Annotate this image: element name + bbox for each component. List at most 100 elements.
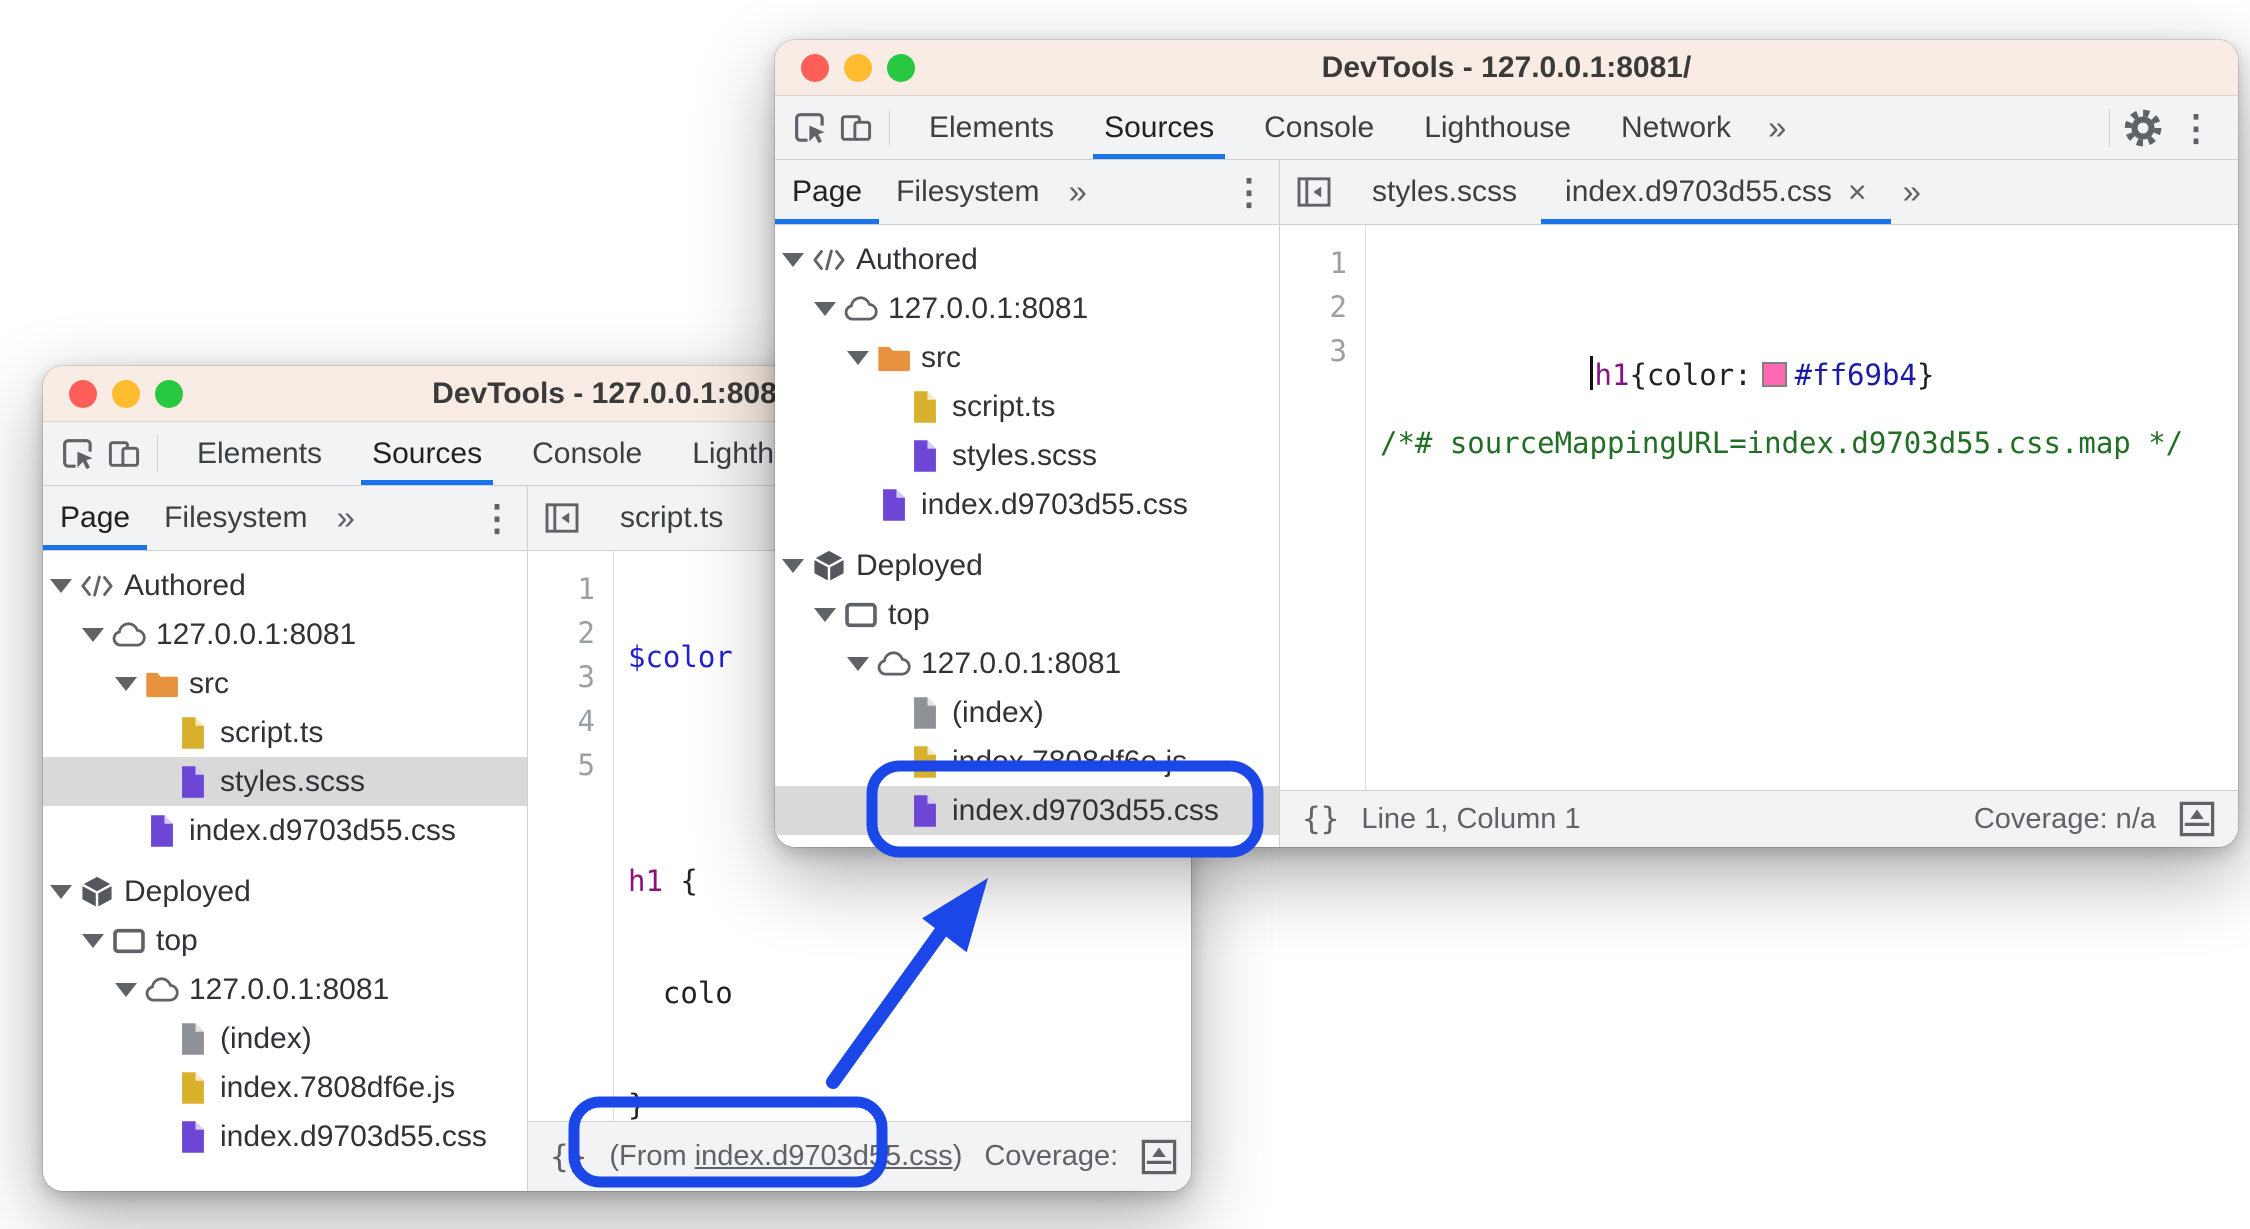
editor-tab-script-ts[interactable]: script.ts (596, 486, 747, 550)
tree-item[interactable]: index.d9703d55.css (43, 1112, 527, 1161)
tab-console[interactable]: Console (507, 422, 667, 485)
source-mapped-from: (From index.d9703d55.css) (609, 1140, 963, 1172)
file-navigator[interactable]: Authored 127.0.0.1:8081 src script.ts st… (43, 551, 528, 1191)
chevron-down-icon (812, 608, 838, 622)
file-icon (908, 439, 942, 473)
tree-item[interactable]: 127.0.0.1:8081 (775, 639, 1279, 688)
tree-item[interactable]: 127.0.0.1:8081 (43, 610, 527, 659)
frame-icon (112, 924, 146, 958)
editor-tab-index-css[interactable]: index.d9703d55.css × (1541, 160, 1891, 224)
tree-item[interactable]: Authored (775, 235, 1279, 284)
editor-tabs: styles.scss index.d9703d55.css × » (1280, 160, 2238, 224)
device-toolbar-icon[interactable] (101, 431, 147, 477)
more-editor-tabs-icon[interactable]: » (1891, 173, 1933, 211)
code-area[interactable]: h1{color: #ff69b4} /*# sourceMappingURL=i… (1366, 225, 2238, 790)
tree-item[interactable]: Authored (43, 561, 527, 610)
tab-elements[interactable]: Elements (172, 422, 347, 485)
coverage-icon[interactable] (2178, 800, 2216, 838)
more-tabs-icon[interactable]: » (1756, 109, 1798, 147)
folder-icon (145, 667, 179, 701)
navigator-menu-icon[interactable]: ⋮ (467, 497, 527, 539)
pretty-print-icon[interactable]: {} (550, 1139, 587, 1175)
tree-item[interactable]: index.7808df6e.js (775, 737, 1279, 786)
tab-filesystem[interactable]: Filesystem (147, 486, 324, 550)
source-map-link[interactable]: index.d9703d55.css (695, 1140, 953, 1172)
coverage-label: Coverage: (984, 1140, 1119, 1172)
code-line: colo (628, 976, 733, 1010)
sources-header-row: Page Filesystem » ⋮ styles.scss index.d9… (775, 160, 2238, 225)
editor-tab-styles-scss[interactable]: styles.scss (1348, 160, 1541, 224)
tab-console[interactable]: Console (1239, 96, 1399, 159)
tree-item[interactable]: index.d9703d55.css (775, 480, 1279, 529)
code-editor[interactable]: 1 2 3 h1{color: #ff69b4} /*# sourceMappin… (1280, 225, 2238, 790)
tree-item[interactable]: 127.0.0.1:8081 (43, 965, 527, 1014)
color-swatch[interactable] (1761, 362, 1787, 387)
editor-statusbar: {} (From index.d9703d55.css) Coverage: (528, 1121, 1191, 1191)
zoom-window-button[interactable] (887, 53, 915, 82)
tab-lighthouse[interactable]: Lighthouse (1399, 96, 1596, 159)
tab-network[interactable]: Network (1596, 96, 1756, 159)
devtools-window-front: DevTools - 127.0.0.1:8081/ Elements Sour… (775, 40, 2238, 847)
titlebar[interactable]: DevTools - 127.0.0.1:8081/ (775, 40, 2238, 96)
chevron-down-icon (48, 579, 74, 593)
close-window-button[interactable] (69, 379, 97, 408)
tree-item[interactable]: 127.0.0.1:8081 (775, 284, 1279, 333)
tab-elements[interactable]: Elements (904, 96, 1079, 159)
tree-item[interactable]: script.ts (43, 708, 527, 757)
tab-page[interactable]: Page (43, 486, 148, 550)
navigator-menu-icon[interactable]: ⋮ (1219, 171, 1279, 213)
file-navigator[interactable]: Authored 127.0.0.1:8081 src script.ts st… (775, 225, 1280, 847)
tab-page[interactable]: Page (775, 160, 880, 224)
file-icon (176, 716, 210, 750)
cloud-icon (145, 973, 179, 1007)
zoom-window-button[interactable] (155, 379, 183, 408)
more-navigator-tabs-icon[interactable]: » (1056, 173, 1098, 211)
text-cursor (1589, 356, 1593, 390)
chevron-down-icon (48, 885, 74, 899)
minimize-window-button[interactable] (112, 379, 140, 408)
tree-item[interactable]: top (43, 916, 527, 965)
tree-item[interactable]: index.d9703d55.css (43, 806, 527, 855)
chevron-down-icon (780, 253, 806, 267)
toggle-navigator-icon[interactable] (1296, 175, 1332, 209)
inspect-element-icon[interactable] (55, 431, 101, 477)
more-navigator-tabs-icon[interactable]: » (324, 499, 366, 537)
coverage-icon[interactable] (1140, 1138, 1178, 1176)
inspect-element-icon[interactable] (787, 105, 833, 151)
chevron-down-icon (780, 559, 806, 573)
tree-item[interactable]: Deployed (775, 541, 1279, 590)
file-icon (176, 1071, 210, 1105)
tab-sources[interactable]: Sources (1079, 96, 1239, 159)
traffic-lights (69, 379, 183, 408)
panel-toolbar: Elements Sources Console Lighthouse Netw… (775, 96, 2238, 160)
minimize-window-button[interactable] (844, 53, 872, 82)
tree-item[interactable]: src (775, 333, 1279, 382)
close-window-button[interactable] (801, 53, 829, 82)
tree-item-selected[interactable]: index.d9703d55.css (775, 786, 1279, 835)
tree-item[interactable]: Deployed (43, 867, 527, 916)
close-icon[interactable]: × (1848, 174, 1867, 211)
tree-item[interactable]: (index) (43, 1014, 527, 1063)
pretty-print-icon[interactable]: {} (1302, 801, 1339, 837)
file-icon (908, 745, 942, 779)
tree-item-selected[interactable]: styles.scss (43, 757, 527, 806)
tree-item[interactable]: script.ts (775, 382, 1279, 431)
code-line: /*# sourceMappingURL=index.d9703d55.css.… (1380, 426, 2184, 460)
tree-item[interactable]: src (43, 659, 527, 708)
tab-filesystem[interactable]: Filesystem (879, 160, 1056, 224)
tree-item[interactable]: (index) (775, 688, 1279, 737)
tab-sources[interactable]: Sources (347, 422, 507, 485)
device-toolbar-icon[interactable] (833, 105, 879, 151)
main-menu-icon[interactable]: ⋮ (2166, 107, 2226, 149)
chevron-down-icon (812, 302, 838, 316)
deployed-cube-icon (80, 875, 114, 909)
settings-gear-icon[interactable] (2120, 105, 2166, 151)
divider (2109, 108, 2110, 147)
toggle-navigator-icon[interactable] (544, 501, 580, 535)
panel-tabs: Elements Sources Console Lighthouse Netw… (904, 96, 1756, 159)
tree-item[interactable]: styles.scss (775, 431, 1279, 480)
tree-item[interactable]: top (775, 590, 1279, 639)
tree-item[interactable]: index.7808df6e.js (43, 1063, 527, 1112)
line-number-gutter: 1 2 3 4 5 (528, 551, 614, 1121)
